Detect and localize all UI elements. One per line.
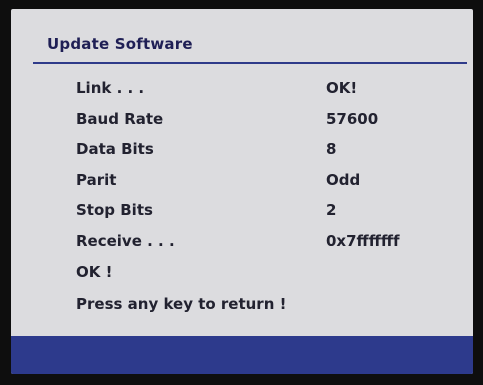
row-receive: Receive . . . 0x7fffffff [76, 232, 456, 263]
row-baud-rate: Baud Rate 57600 [76, 110, 456, 141]
bottom-bar [11, 336, 473, 374]
row-label: Baud Rate [76, 109, 164, 128]
row-link: Link . . . OK! [76, 79, 456, 110]
row-label: Data Bits [76, 140, 154, 158]
row-value: 2 [326, 201, 337, 219]
row-label: Stop Bits [76, 201, 153, 219]
row-value: OK! [326, 79, 358, 97]
menu-title: Update Software [47, 35, 193, 53]
osd-screen: Update Software Link . . . OK! Baud Rate… [11, 9, 473, 374]
row-stop-bits: Stop Bits 2 [76, 201, 456, 232]
row-value: 0x7fffffff [326, 231, 400, 250]
row-value: 8 [326, 140, 337, 158]
row-label: Receive . . . [76, 231, 175, 250]
title-divider [33, 62, 467, 64]
row-value: 57600 [326, 109, 379, 128]
row-value: Odd [326, 170, 361, 189]
return-prompt-message: Press any key to return ! [76, 295, 287, 313]
status-ok-message: OK ! [76, 263, 113, 281]
update-info-list: Link . . . OK! Baud Rate 57600 Data Bits… [76, 79, 456, 262]
row-data-bits: Data Bits 8 [76, 140, 456, 171]
row-label: Parit [76, 170, 117, 189]
row-label: Link . . . [76, 79, 145, 97]
row-parity: Parit Odd [76, 171, 456, 202]
